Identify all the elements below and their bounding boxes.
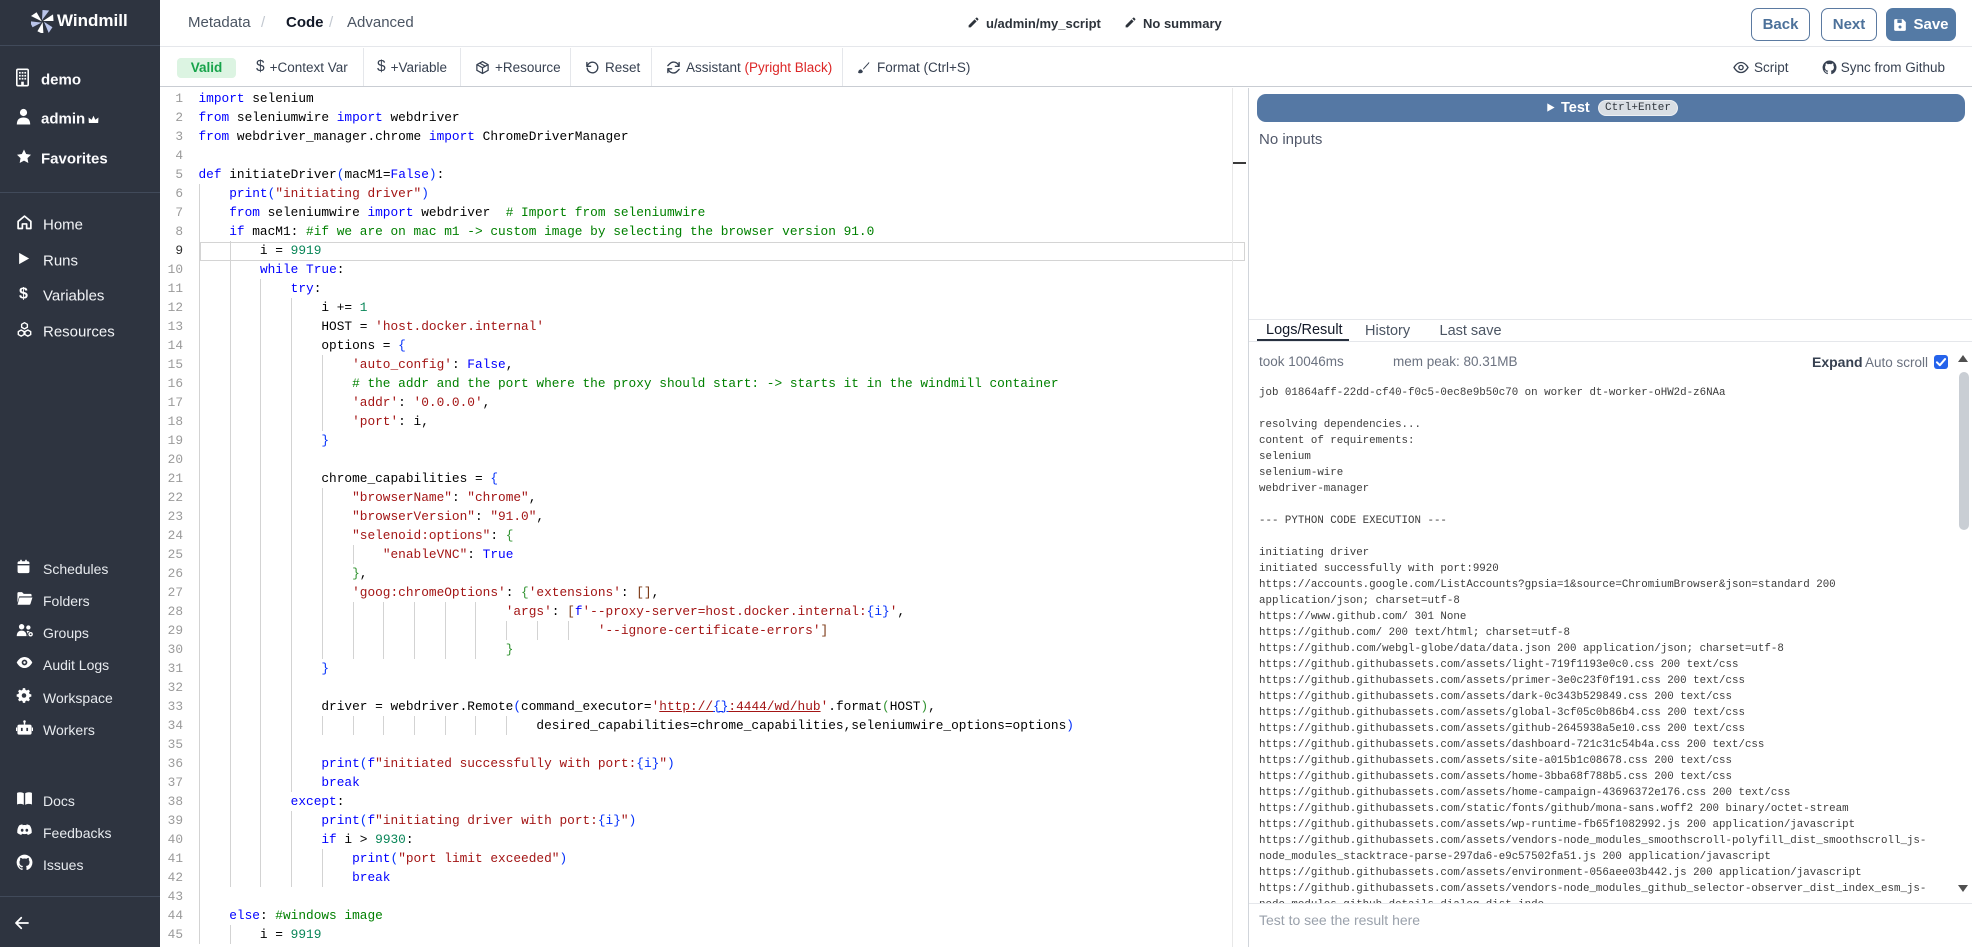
svg-text:$: $ (19, 286, 28, 303)
